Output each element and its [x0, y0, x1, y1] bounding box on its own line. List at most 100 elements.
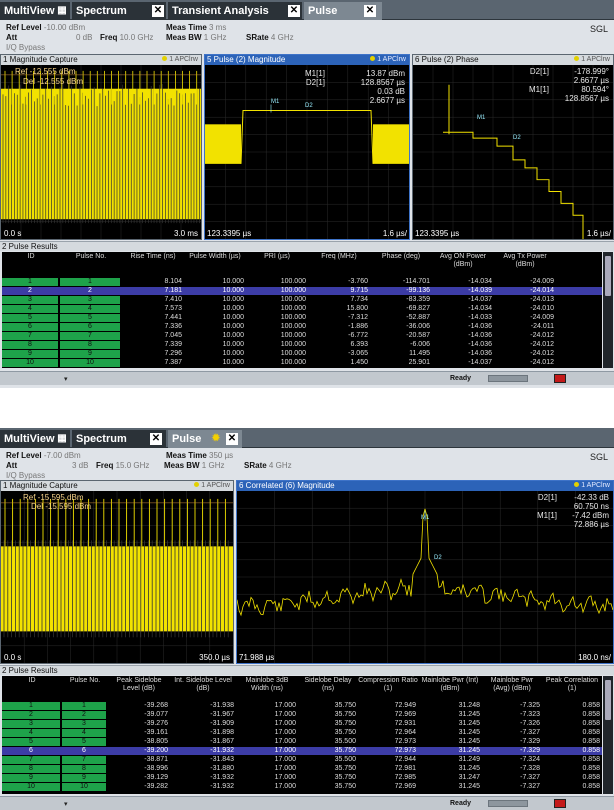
- table-row[interactable]: 6 6 7.336 10.000 100.000 -1.886 -36.006 -14.036…: [2, 323, 602, 331]
- column-header[interactable]: Rise Time (ns): [122, 253, 184, 261]
- table-cell: 72.944: [394, 756, 416, 763]
- panel-magnitude-capture[interactable]: 1 Magnitude Capture 1 APClrw Ref -12.555 …: [0, 54, 202, 240]
- table-row[interactable]: 10 10 -39.282 -31.932 17.000 35.750 72.969 31.2…: [2, 783, 602, 791]
- table-cell: 35.500: [334, 756, 356, 763]
- table-row[interactable]: 2 2 -39.077 -31.967 17.000 35.750 72.969 31.245…: [2, 711, 602, 719]
- sgl-indicator: SGL: [589, 452, 608, 462]
- table-row[interactable]: 5 5 -38.805 -31.867 17.000 35.500 72.973 31.245…: [2, 738, 602, 746]
- column-header[interactable]: Pulse No.: [60, 253, 122, 261]
- table-cell: 100.000: [280, 332, 306, 339]
- column-header[interactable]: Avg Tx Power (dBm): [494, 253, 556, 269]
- pulse-results-table[interactable]: ID Pulse No. Rise Time (ns) Pulse Width (µs…: [2, 252, 602, 368]
- table-scrollbar[interactable]: [603, 252, 613, 368]
- column-header[interactable]: ID: [2, 677, 62, 685]
- table-row[interactable]: 4 4 -39.161 -31.898 17.000 35.750 72.964 31.245…: [2, 729, 602, 737]
- table-cell: 4: [60, 305, 120, 313]
- table-cell: -7.324: [520, 756, 540, 763]
- close-icon[interactable]: ✕: [152, 5, 164, 17]
- sun-icon: ✹: [211, 433, 221, 444]
- panel-pulse-magnitude[interactable]: 5 Pulse (2) Magnitude 1 APClrw M1[1] D2[1]…: [204, 54, 410, 240]
- panel-correlated-magnitude[interactable]: 6 Correlated (6) Magnitude 1 APClrw D2[1]…: [236, 480, 614, 664]
- pulse-results-table[interactable]: ID Pulse No. Peak Sidelobe Level (dB) Int. …: [2, 676, 602, 794]
- table-scrollbar[interactable]: [603, 676, 613, 794]
- table-row[interactable]: 3 3 7.410 10.000 100.000 7.734 -83.359 -14.037 -…: [2, 296, 602, 304]
- table-row[interactable]: 9 9 -39.129 -31.932 17.000 35.750 72.985 31.247…: [2, 774, 602, 782]
- close-icon[interactable]: ✕: [364, 5, 376, 17]
- table-row[interactable]: 1 1 8.104 10.000 100.000 -3.760 -114.701 -14.03…: [2, 278, 602, 286]
- dropdown-icon[interactable]: ▾: [64, 375, 68, 383]
- table-row[interactable]: 7 7 7.045 10.000 100.000 -6.772 -20.587 -14.036…: [2, 332, 602, 340]
- tab-transient-analysis[interactable]: Transient Analysis ✕: [168, 2, 302, 20]
- column-header[interactable]: Pulse Width (µs): [184, 253, 246, 261]
- table-cell: -3.065: [348, 350, 368, 357]
- table-cell: 0.858: [582, 747, 600, 754]
- column-header[interactable]: Phase (deg): [370, 253, 432, 261]
- column-header[interactable]: Freq (MHz): [308, 253, 370, 261]
- column-header[interactable]: Mainlobe 3dB Width (ns): [236, 677, 298, 693]
- param-meas-time[interactable]: Meas Time 350 µs: [166, 451, 233, 460]
- param-meas-bw[interactable]: Meas BW 1 GHz: [164, 461, 224, 470]
- close-icon[interactable]: ✕: [226, 433, 238, 445]
- marker-m1[interactable]: M1: [271, 99, 279, 105]
- table-row[interactable]: 8 8 -38.996 -31.880 17.000 35.750 72.981 31.245…: [2, 765, 602, 773]
- close-icon[interactable]: ✕: [288, 5, 300, 17]
- param-freq[interactable]: Freq 15.0 GHz: [96, 461, 149, 470]
- param-srate[interactable]: SRate 4 GHz: [244, 461, 292, 470]
- rf-indicator-icon: [554, 799, 566, 808]
- param-meas-time[interactable]: Meas Time 3 ms: [166, 23, 226, 32]
- param-ref-level[interactable]: Ref Level -10.00 dBm: [6, 23, 85, 32]
- table-row[interactable]: 4 4 7.573 10.000 100.000 15.800 -69.827 -14.034…: [2, 305, 602, 313]
- tab-spectrum[interactable]: Spectrum ✕: [72, 2, 166, 20]
- column-header[interactable]: Compression Ratio (1): [358, 677, 418, 693]
- column-header[interactable]: Mainlobe Pwr (Avg) (dBm): [482, 677, 542, 693]
- tab-multiview[interactable]: MultiView ▦: [0, 430, 70, 448]
- marker-d2[interactable]: D2: [434, 555, 442, 561]
- param-freq[interactable]: Freq 10.0 GHz: [100, 33, 153, 42]
- param-srate[interactable]: SRate 4 GHz: [246, 33, 294, 42]
- table-row[interactable]: 6 6 -39.200 -31.932 17.000 35.750 72.973 31.245…: [2, 747, 602, 755]
- panel-magnitude-capture[interactable]: 1 Magnitude Capture 1 APClrw Ref -15.595 …: [0, 480, 234, 664]
- column-header[interactable]: Mainlobe Pwr (Int) (dBm): [418, 677, 482, 693]
- column-header[interactable]: PRI (µs): [246, 253, 308, 261]
- column-header[interactable]: ID: [2, 253, 60, 261]
- panel-pulse-phase[interactable]: 6 Pulse (2) Phase 1 APClrw D2[1] M1[1] -17…: [412, 54, 614, 240]
- marker-d2[interactable]: D2: [513, 135, 521, 141]
- column-header[interactable]: Peak Sidelobe Level (dB): [108, 677, 170, 693]
- table-cell: 72.964: [394, 729, 416, 736]
- table-cell: 5: [2, 314, 58, 322]
- tab-multiview[interactable]: MultiView ▦: [0, 2, 70, 20]
- tab-pulse[interactable]: Pulse ✹ ✕: [168, 430, 242, 448]
- table-row[interactable]: 1 1 -39.268 -31.938 17.000 35.750 72.949 31.248…: [2, 702, 602, 710]
- table-row[interactable]: 7 7 -38.871 -31.843 17.000 35.500 72.944 31.249…: [2, 756, 602, 764]
- table-cell: 31.245: [458, 738, 480, 745]
- dropdown-icon[interactable]: ▾: [64, 800, 68, 808]
- column-header[interactable]: Int. Sidelobe Level (dB): [170, 677, 236, 693]
- table-cell: -31.880: [210, 765, 234, 772]
- table-row[interactable]: 5 5 7.441 10.000 100.000 -7.312 -52.887 -14.033…: [2, 314, 602, 322]
- table-cell: 35.750: [334, 720, 356, 727]
- close-icon[interactable]: ✕: [150, 433, 162, 445]
- column-header[interactable]: Peak Correlation (1): [542, 677, 602, 693]
- tab-pulse[interactable]: Pulse ✕: [304, 2, 382, 20]
- column-header[interactable]: Sidelobe Delay (ns): [298, 677, 358, 693]
- tab-spectrum[interactable]: Spectrum ✕: [72, 430, 166, 448]
- column-header[interactable]: Avg ON Power (dBm): [432, 253, 494, 269]
- plot-area: D2[1] M1[1] -178.999° 2.6677 µs 80.594° 128.…: [413, 65, 613, 239]
- table-cell: -38.805: [144, 738, 168, 745]
- param-att[interactable]: Att: [6, 461, 17, 470]
- param-meas-bw[interactable]: Meas BW 1 GHz: [166, 33, 226, 42]
- table-row[interactable]: 3 3 -39.276 -31.909 17.000 35.750 72.931 31.245…: [2, 720, 602, 728]
- table-cell: 10.000: [222, 350, 244, 357]
- table-row[interactable]: 9 9 7.296 10.000 100.000 -3.065 11.495 -14.036 -…: [2, 350, 602, 358]
- table-row[interactable]: 10 10 7.387 10.000 100.000 1.450 25.901 -14.037…: [2, 359, 602, 367]
- table-row[interactable]: 8 8 7.339 10.000 100.000 6.393 -6.006 -14.036 -2…: [2, 341, 602, 349]
- table-row[interactable]: 2 2 7.181 10.000 100.000 9.715 -99.136 -14.039 -…: [2, 287, 602, 295]
- table-cell: -7.312: [348, 314, 368, 321]
- table-cell: 7: [2, 756, 60, 764]
- param-ref-level[interactable]: Ref Level -7.00 dBm: [6, 451, 81, 460]
- column-header[interactable]: Pulse No.: [62, 677, 108, 685]
- marker-d2[interactable]: D2: [305, 103, 313, 109]
- marker-m1[interactable]: M1: [421, 515, 429, 521]
- marker-m1[interactable]: M1: [477, 115, 485, 121]
- param-att[interactable]: Att: [6, 33, 17, 42]
